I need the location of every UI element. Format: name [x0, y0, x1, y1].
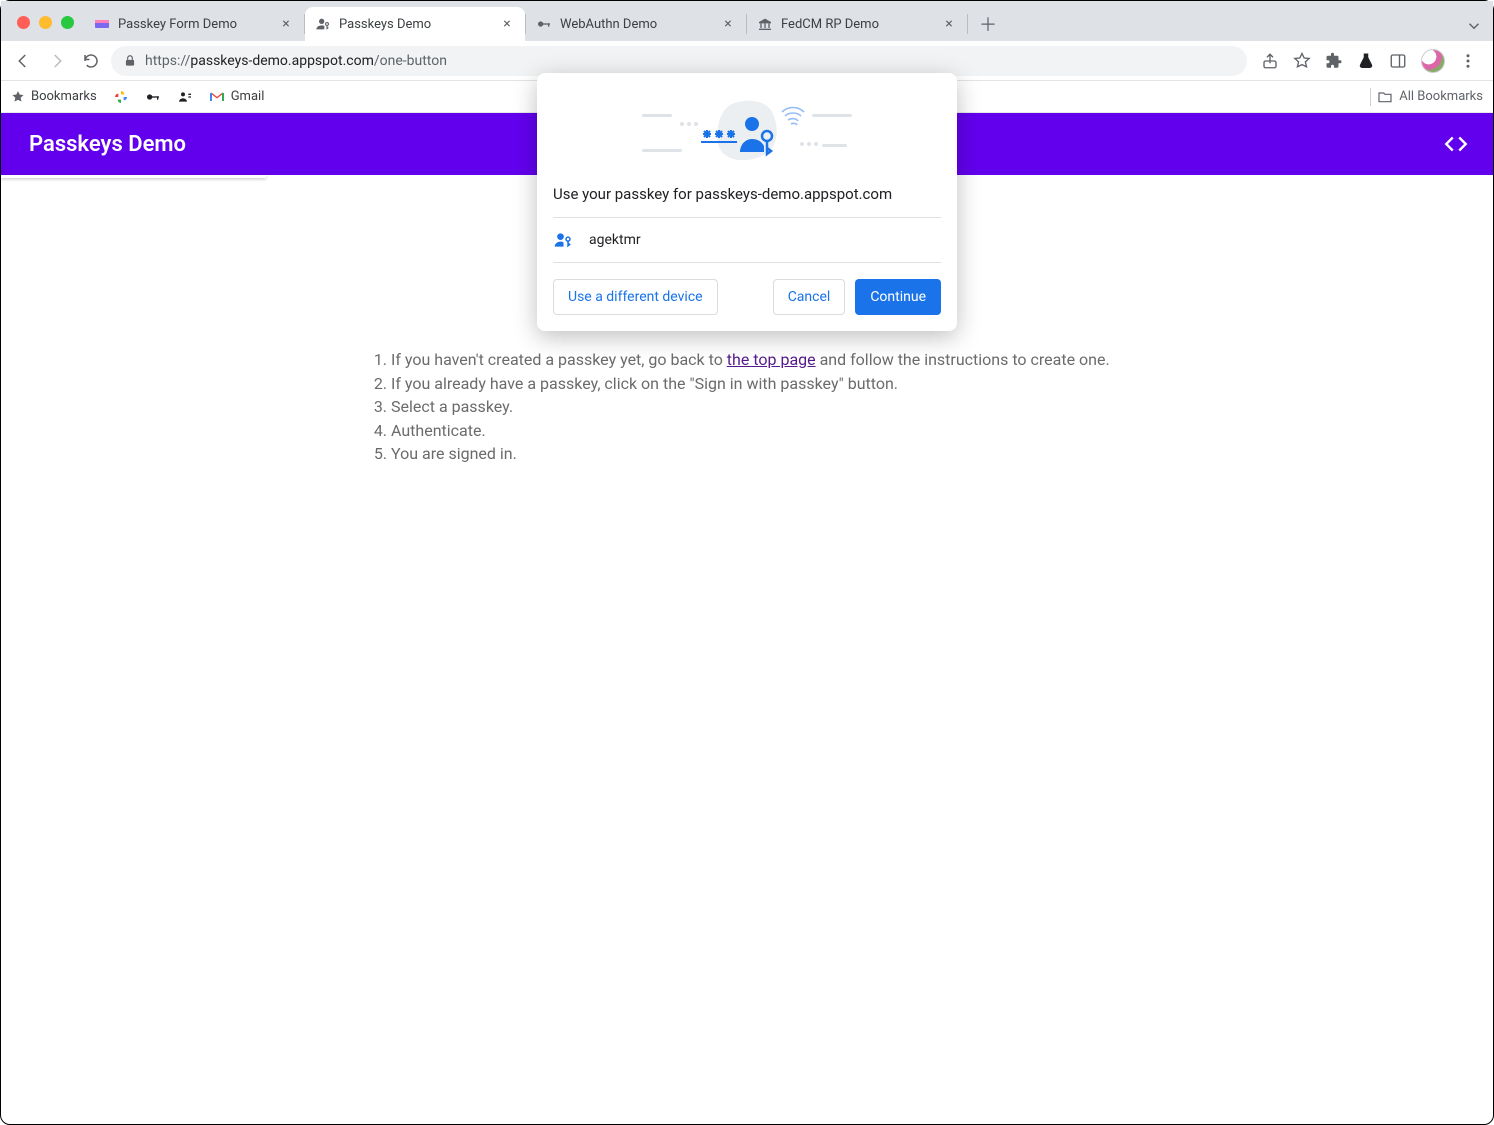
url-protocol: https:// — [145, 53, 190, 69]
url-host: passkeys-demo.appspot.com — [190, 53, 373, 69]
passkey-illustration — [553, 89, 941, 179]
tab-close-button[interactable]: × — [720, 16, 736, 32]
window-close-button[interactable] — [17, 16, 30, 29]
cancel-button[interactable]: Cancel — [773, 279, 846, 315]
tab-webauthn-demo[interactable]: WebAuthn Demo × — [526, 7, 746, 41]
bookmark-identity[interactable] — [177, 89, 193, 105]
tab-close-button[interactable]: × — [941, 16, 957, 32]
star-icon[interactable] — [1293, 52, 1311, 70]
tabs-dropdown-button[interactable] — [1465, 17, 1483, 35]
chrome-menu-button[interactable] — [1459, 52, 1477, 70]
tab-title: FedCM RP Demo — [781, 17, 933, 32]
instruction-text: and follow the instructions to create on… — [816, 350, 1110, 369]
bookmarks-separator — [1370, 88, 1371, 106]
window-controls — [11, 16, 84, 41]
profile-avatar[interactable] — [1421, 49, 1445, 73]
tabs: Passkey Form Demo × Passkeys Demo × WebA… — [84, 1, 1493, 41]
back-button[interactable] — [9, 47, 37, 75]
tab-title: Passkeys Demo — [339, 17, 491, 32]
dialog-title: Use your passkey for passkeys-demo.appsp… — [553, 179, 941, 217]
window-maximize-button[interactable] — [61, 16, 74, 29]
bookmarks-text: Bookmarks — [31, 89, 97, 104]
extensions-icon[interactable] — [1325, 52, 1343, 70]
tab-title: WebAuthn Demo — [560, 17, 712, 32]
bookmark-gmail-label: Gmail — [231, 89, 265, 104]
passkey-favicon-icon — [315, 16, 331, 32]
all-bookmarks-label: All Bookmarks — [1399, 89, 1483, 104]
tab-passkey-form-demo[interactable]: Passkey Form Demo × — [84, 7, 304, 41]
instruction-step-4: Authenticate. — [391, 420, 1127, 442]
tab-close-button[interactable]: × — [499, 16, 515, 32]
bank-favicon-icon — [757, 16, 773, 32]
instruction-step-1: If you haven't created a passkey yet, go… — [391, 349, 1127, 371]
new-tab-button[interactable]: ＋ — [974, 10, 1002, 38]
key-favicon-icon — [536, 16, 552, 32]
tab-title: Passkey Form Demo — [118, 17, 270, 32]
url-path: /one-button — [374, 53, 447, 69]
tab-close-button[interactable]: × — [278, 16, 294, 32]
browser-tab-strip: Passkey Form Demo × Passkeys Demo × WebA… — [1, 1, 1493, 41]
window-minimize-button[interactable] — [39, 16, 52, 29]
reload-button[interactable] — [77, 47, 105, 75]
passkey-dialog: Use your passkey for passkeys-demo.appsp… — [537, 73, 957, 331]
continue-button[interactable]: Continue — [855, 279, 941, 315]
account-name: agektmr — [589, 232, 641, 248]
tab-fedcm-rp-demo[interactable]: FedCM RP Demo × — [747, 7, 967, 41]
instruction-step-5: You are signed in. — [391, 443, 1127, 465]
top-page-link[interactable]: the top page — [727, 350, 816, 369]
favicon-icon — [94, 16, 110, 32]
url-text: https://passkeys-demo.appspot.com/one-bu… — [145, 53, 447, 69]
bookmark-gmail[interactable]: Gmail — [209, 89, 265, 105]
instruction-step-2: If you already have a passkey, click on … — [391, 373, 1127, 395]
instruction-text: If you haven't created a passkey yet, go… — [391, 350, 727, 369]
all-bookmarks-button[interactable]: All Bookmarks — [1377, 89, 1483, 105]
labs-icon[interactable] — [1357, 52, 1375, 70]
use-different-device-button[interactable]: Use a different device — [553, 279, 718, 315]
app-title: Passkeys Demo — [29, 132, 186, 157]
passkey-account-row[interactable]: agektmr — [553, 217, 941, 263]
forward-button[interactable] — [43, 47, 71, 75]
bookmark-google-photos[interactable] — [113, 89, 129, 105]
instruction-step-3: Select a passkey. — [391, 396, 1127, 418]
lock-icon — [123, 54, 137, 68]
tab-separator — [967, 14, 968, 34]
address-bar[interactable]: https://passkeys-demo.appspot.com/one-bu… — [111, 46, 1247, 76]
tab-passkeys-demo[interactable]: Passkeys Demo × — [305, 7, 525, 41]
code-icon[interactable] — [1443, 131, 1469, 157]
bookmarks-label[interactable]: Bookmarks — [11, 89, 97, 104]
bookmark-passkey[interactable] — [145, 89, 161, 105]
share-icon[interactable] — [1261, 52, 1279, 70]
passkey-icon — [553, 230, 573, 250]
dialog-actions: Use a different device Cancel Continue — [553, 263, 941, 315]
sidepanel-icon[interactable] — [1389, 52, 1407, 70]
toolbar-icons — [1253, 49, 1485, 73]
tab-indicator — [1, 175, 266, 178]
